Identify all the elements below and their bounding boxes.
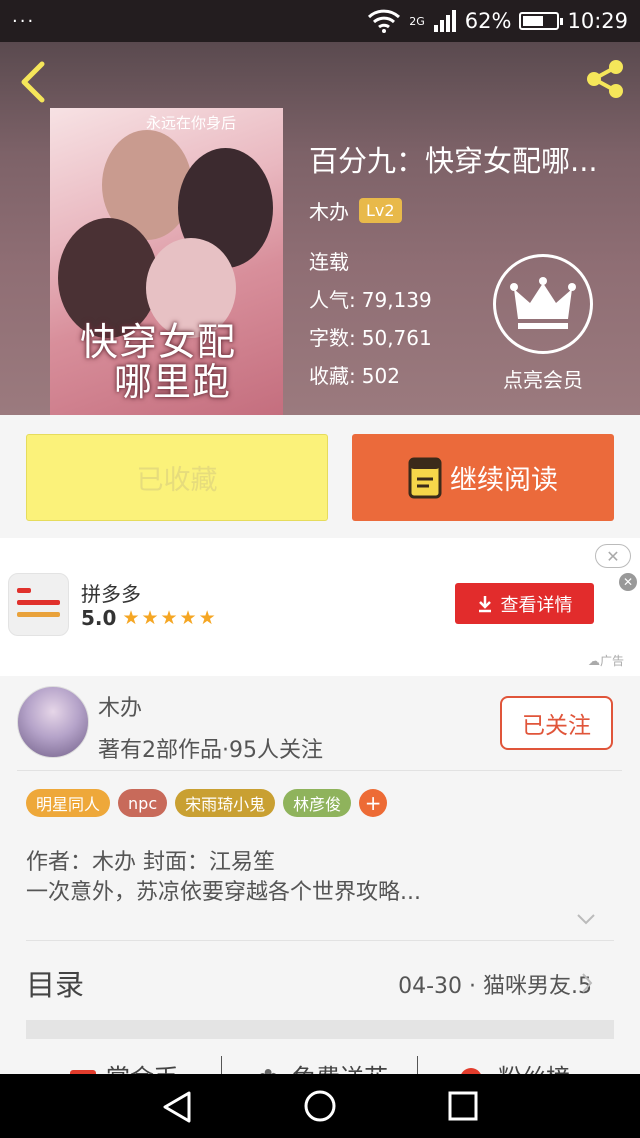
network-type: 2G (409, 15, 425, 28)
divider (17, 770, 622, 771)
back-arrow-icon[interactable] (14, 58, 54, 106)
battery-percent: 62% (464, 9, 512, 33)
signal-icon (433, 10, 456, 32)
chevron-right-icon[interactable] (580, 971, 594, 995)
book-status: 连载 (309, 250, 349, 274)
ad-icon-mark (17, 612, 60, 617)
system-navigation-bar (0, 1074, 640, 1138)
ad-app-icon (8, 573, 69, 636)
cover-title-line2: 哪里跑 (114, 360, 232, 404)
nav-back-icon[interactable] (161, 1090, 193, 1124)
cloud-icon: ☁ (588, 654, 600, 668)
status-bar: ··· 2G 62% 10:29 (0, 0, 640, 42)
tag[interactable]: 明星同人 (26, 789, 111, 817)
ad-rating: 5.0 ★★★★★ (81, 606, 218, 630)
ad-label-text: 广告 (600, 654, 625, 668)
author-info: 著有2部作品·95人关注 (98, 738, 323, 763)
tag[interactable]: npc (118, 789, 168, 817)
status-menu-dots: ··· (12, 10, 36, 32)
wordcount-value: 50,761 (361, 326, 432, 350)
ad-icon-mark (17, 588, 31, 593)
popularity-label: 人气: (309, 288, 356, 312)
ad-app-name: 拼多多 (81, 582, 141, 606)
follow-button[interactable]: 已关注 (500, 696, 613, 750)
cover-title-line1: 快穿女配 (80, 320, 237, 364)
ad-dismiss-icon[interactable]: ✕ (619, 573, 637, 591)
book-description[interactable]: 作者：木办 封面：江易笙 一次意外，苏凉依要穿越各个世界攻略... (26, 848, 421, 908)
description-line: 一次意外，苏凉依要穿越各个世界攻略... (26, 880, 421, 905)
book-author[interactable]: 木办 (309, 196, 349, 225)
author-avatar[interactable] (17, 686, 89, 758)
wifi-icon (368, 9, 401, 33)
author-name[interactable]: 木办 (98, 690, 142, 722)
favorites-label: 收藏: (309, 364, 356, 388)
add-tag-button[interactable]: + (359, 789, 388, 817)
crown-icon (510, 277, 576, 329)
clock: 10:29 (567, 9, 628, 33)
divider (26, 940, 614, 941)
chevron-down-icon[interactable] (576, 912, 596, 926)
continue-reading-label: 继续阅读 (450, 465, 558, 496)
ad-label: ☁广告 (588, 652, 624, 669)
level-badge: Lv2 (359, 198, 402, 223)
popularity-value: 79,139 (361, 288, 432, 312)
book-detail-page: ··· 2G 62% 10:29 永远在你身后 快穿女配 哪里跑 百分九：快穿女… (0, 0, 640, 1138)
book-title: 百分九：快穿女配哪... (309, 144, 598, 178)
vip-button[interactable] (493, 254, 593, 354)
tag-list: 明星同人 npc 宋雨琦小鬼 林彦俊 + (26, 789, 388, 817)
cover-top-text: 永远在你身后 (146, 114, 237, 132)
nav-recent-apps-icon[interactable] (447, 1090, 479, 1122)
book-icon (408, 457, 442, 498)
ad-close-button[interactable]: ✕ (595, 544, 631, 568)
continue-reading-button[interactable]: 继续阅读 (352, 434, 614, 521)
vip-label[interactable]: 点亮会员 (490, 364, 596, 393)
favorites-value: 502 (361, 364, 400, 388)
status-right: 2G 62% 10:29 (367, 9, 628, 33)
divider (221, 1056, 222, 1076)
nav-home-icon[interactable] (303, 1089, 337, 1123)
book-header: 永远在你身后 快穿女配 哪里跑 百分九：快穿女配哪... 木办 Lv2 连载 人… (0, 42, 640, 416)
action-bar: 已收藏 继续阅读 (0, 415, 640, 537)
tag[interactable]: 林彦俊 (283, 789, 352, 817)
tag[interactable]: 宋雨琦小鬼 (175, 789, 276, 817)
popularity-stat: 人气: 79,139 (309, 284, 432, 313)
battery-icon (519, 12, 564, 30)
ad-details-button[interactable]: 查看详情 (455, 583, 594, 624)
bottom-tabs: 赏金币 ✿免费送花 粉丝榜 (0, 1050, 640, 1076)
toc-latest-chapter[interactable]: 04-30 · 猫咪男友.5 (398, 968, 592, 1000)
book-author-row: 木办 Lv2 (309, 196, 402, 225)
share-icon[interactable] (582, 56, 628, 102)
ad-rating-value: 5.0 (81, 606, 117, 630)
section-separator (26, 1020, 614, 1039)
toc-label[interactable]: 目录 (26, 962, 84, 1004)
ad-icon-mark (17, 600, 60, 605)
favorites-stat: 收藏: 502 (309, 360, 400, 389)
cover-title-art: 快穿女配 哪里跑 (80, 322, 236, 402)
star-rating-icon: ★★★★★ (122, 607, 218, 629)
collected-button[interactable]: 已收藏 (26, 434, 328, 521)
divider (417, 1056, 418, 1076)
ad-details-label: 查看详情 (500, 594, 573, 616)
ad-banner[interactable]: ✕ ✕ 拼多多 5.0 ★★★★★ 查看详情 ☁广告 (0, 538, 640, 676)
wordcount-stat: 字数: 50,761 (309, 322, 432, 351)
download-icon (478, 595, 491, 612)
author-section: 木办 著有2部作品·95人关注 已关注 (0, 676, 640, 770)
description-line: 作者：木办 封面：江易笙 (26, 850, 275, 875)
wordcount-label: 字数: (309, 326, 356, 350)
book-cover[interactable]: 永远在你身后 快穿女配 哪里跑 (50, 108, 283, 416)
